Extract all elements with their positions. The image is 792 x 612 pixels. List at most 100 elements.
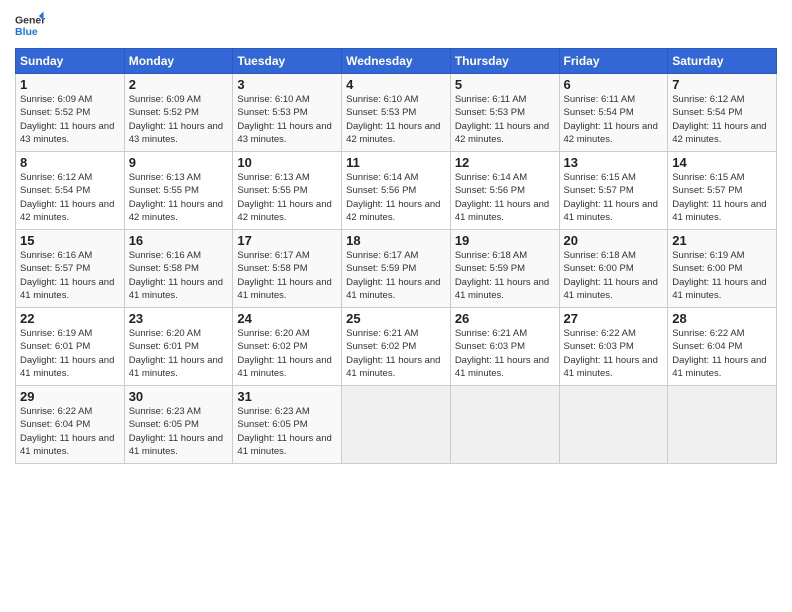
day-number: 13 — [564, 155, 664, 170]
day-detail: Sunrise: 6:09 AM Sunset: 5:52 PM Dayligh… — [129, 93, 229, 146]
calendar-table: SundayMondayTuesdayWednesdayThursdayFrid… — [15, 48, 777, 464]
day-number: 23 — [129, 311, 229, 326]
day-number: 31 — [237, 389, 337, 404]
day-detail: Sunrise: 6:23 AM Sunset: 6:05 PM Dayligh… — [237, 405, 337, 458]
day-detail: Sunrise: 6:22 AM Sunset: 6:04 PM Dayligh… — [672, 327, 772, 380]
calendar-day-cell: 21 Sunrise: 6:19 AM Sunset: 6:00 PM Dayl… — [668, 230, 777, 308]
day-number: 17 — [237, 233, 337, 248]
day-number: 30 — [129, 389, 229, 404]
calendar-day-cell: 18 Sunrise: 6:17 AM Sunset: 5:59 PM Dayl… — [342, 230, 451, 308]
day-detail: Sunrise: 6:22 AM Sunset: 6:03 PM Dayligh… — [564, 327, 664, 380]
day-number: 16 — [129, 233, 229, 248]
svg-text:Blue: Blue — [15, 26, 38, 38]
calendar-day-cell: 8 Sunrise: 6:12 AM Sunset: 5:54 PM Dayli… — [16, 152, 125, 230]
calendar-day-cell: 7 Sunrise: 6:12 AM Sunset: 5:54 PM Dayli… — [668, 74, 777, 152]
calendar-day-cell: 9 Sunrise: 6:13 AM Sunset: 5:55 PM Dayli… — [124, 152, 233, 230]
day-number: 27 — [564, 311, 664, 326]
calendar-day-cell: 6 Sunrise: 6:11 AM Sunset: 5:54 PM Dayli… — [559, 74, 668, 152]
day-detail: Sunrise: 6:21 AM Sunset: 6:03 PM Dayligh… — [455, 327, 555, 380]
day-number: 9 — [129, 155, 229, 170]
weekday-header-row: SundayMondayTuesdayWednesdayThursdayFrid… — [16, 49, 777, 74]
calendar-day-cell: 22 Sunrise: 6:19 AM Sunset: 6:01 PM Dayl… — [16, 308, 125, 386]
calendar-day-cell: 27 Sunrise: 6:22 AM Sunset: 6:03 PM Dayl… — [559, 308, 668, 386]
calendar-day-cell: 10 Sunrise: 6:13 AM Sunset: 5:55 PM Dayl… — [233, 152, 342, 230]
day-number: 26 — [455, 311, 555, 326]
day-detail: Sunrise: 6:21 AM Sunset: 6:02 PM Dayligh… — [346, 327, 446, 380]
calendar-day-cell: 28 Sunrise: 6:22 AM Sunset: 6:04 PM Dayl… — [668, 308, 777, 386]
weekday-header-cell: Monday — [124, 49, 233, 74]
main-container: General Blue SundayMondayTuesdayWednesda… — [0, 0, 792, 474]
day-number: 4 — [346, 77, 446, 92]
day-number: 22 — [20, 311, 120, 326]
day-number: 5 — [455, 77, 555, 92]
day-detail: Sunrise: 6:09 AM Sunset: 5:52 PM Dayligh… — [20, 93, 120, 146]
day-detail: Sunrise: 6:15 AM Sunset: 5:57 PM Dayligh… — [672, 171, 772, 224]
day-number: 8 — [20, 155, 120, 170]
day-detail: Sunrise: 6:17 AM Sunset: 5:58 PM Dayligh… — [237, 249, 337, 302]
day-detail: Sunrise: 6:18 AM Sunset: 6:00 PM Dayligh… — [564, 249, 664, 302]
day-detail: Sunrise: 6:16 AM Sunset: 5:58 PM Dayligh… — [129, 249, 229, 302]
weekday-header-cell: Saturday — [668, 49, 777, 74]
day-detail: Sunrise: 6:14 AM Sunset: 5:56 PM Dayligh… — [346, 171, 446, 224]
calendar-day-cell: 11 Sunrise: 6:14 AM Sunset: 5:56 PM Dayl… — [342, 152, 451, 230]
day-number: 11 — [346, 155, 446, 170]
calendar-week-row: 8 Sunrise: 6:12 AM Sunset: 5:54 PM Dayli… — [16, 152, 777, 230]
day-detail: Sunrise: 6:13 AM Sunset: 5:55 PM Dayligh… — [237, 171, 337, 224]
day-detail: Sunrise: 6:19 AM Sunset: 6:01 PM Dayligh… — [20, 327, 120, 380]
weekday-header-cell: Friday — [559, 49, 668, 74]
day-detail: Sunrise: 6:19 AM Sunset: 6:00 PM Dayligh… — [672, 249, 772, 302]
day-number: 12 — [455, 155, 555, 170]
day-number: 7 — [672, 77, 772, 92]
day-number: 2 — [129, 77, 229, 92]
calendar-day-cell — [559, 386, 668, 464]
day-number: 1 — [20, 77, 120, 92]
calendar-day-cell: 29 Sunrise: 6:22 AM Sunset: 6:04 PM Dayl… — [16, 386, 125, 464]
calendar-week-row: 15 Sunrise: 6:16 AM Sunset: 5:57 PM Dayl… — [16, 230, 777, 308]
calendar-day-cell: 2 Sunrise: 6:09 AM Sunset: 5:52 PM Dayli… — [124, 74, 233, 152]
calendar-day-cell: 5 Sunrise: 6:11 AM Sunset: 5:53 PM Dayli… — [450, 74, 559, 152]
calendar-day-cell: 17 Sunrise: 6:17 AM Sunset: 5:58 PM Dayl… — [233, 230, 342, 308]
day-number: 20 — [564, 233, 664, 248]
day-number: 15 — [20, 233, 120, 248]
calendar-day-cell — [450, 386, 559, 464]
day-detail: Sunrise: 6:17 AM Sunset: 5:59 PM Dayligh… — [346, 249, 446, 302]
calendar-day-cell: 23 Sunrise: 6:20 AM Sunset: 6:01 PM Dayl… — [124, 308, 233, 386]
day-number: 3 — [237, 77, 337, 92]
calendar-week-row: 29 Sunrise: 6:22 AM Sunset: 6:04 PM Dayl… — [16, 386, 777, 464]
calendar-day-cell: 19 Sunrise: 6:18 AM Sunset: 5:59 PM Dayl… — [450, 230, 559, 308]
day-detail: Sunrise: 6:22 AM Sunset: 6:04 PM Dayligh… — [20, 405, 120, 458]
day-number: 14 — [672, 155, 772, 170]
day-detail: Sunrise: 6:12 AM Sunset: 5:54 PM Dayligh… — [672, 93, 772, 146]
day-detail: Sunrise: 6:11 AM Sunset: 5:54 PM Dayligh… — [564, 93, 664, 146]
calendar-day-cell — [342, 386, 451, 464]
calendar-day-cell: 4 Sunrise: 6:10 AM Sunset: 5:53 PM Dayli… — [342, 74, 451, 152]
header: General Blue — [15, 10, 777, 40]
calendar-day-cell: 24 Sunrise: 6:20 AM Sunset: 6:02 PM Dayl… — [233, 308, 342, 386]
day-detail: Sunrise: 6:16 AM Sunset: 5:57 PM Dayligh… — [20, 249, 120, 302]
day-detail: Sunrise: 6:12 AM Sunset: 5:54 PM Dayligh… — [20, 171, 120, 224]
calendar-day-cell: 25 Sunrise: 6:21 AM Sunset: 6:02 PM Dayl… — [342, 308, 451, 386]
day-number: 25 — [346, 311, 446, 326]
calendar-day-cell: 3 Sunrise: 6:10 AM Sunset: 5:53 PM Dayli… — [233, 74, 342, 152]
calendar-day-cell: 30 Sunrise: 6:23 AM Sunset: 6:05 PM Dayl… — [124, 386, 233, 464]
logo: General Blue — [15, 10, 45, 40]
day-number: 19 — [455, 233, 555, 248]
day-detail: Sunrise: 6:14 AM Sunset: 5:56 PM Dayligh… — [455, 171, 555, 224]
calendar-day-cell: 20 Sunrise: 6:18 AM Sunset: 6:00 PM Dayl… — [559, 230, 668, 308]
day-detail: Sunrise: 6:18 AM Sunset: 5:59 PM Dayligh… — [455, 249, 555, 302]
calendar-day-cell: 31 Sunrise: 6:23 AM Sunset: 6:05 PM Dayl… — [233, 386, 342, 464]
calendar-day-cell: 14 Sunrise: 6:15 AM Sunset: 5:57 PM Dayl… — [668, 152, 777, 230]
day-number: 10 — [237, 155, 337, 170]
day-detail: Sunrise: 6:23 AM Sunset: 6:05 PM Dayligh… — [129, 405, 229, 458]
logo-icon: General Blue — [15, 10, 45, 40]
weekday-header-cell: Wednesday — [342, 49, 451, 74]
calendar-day-cell: 26 Sunrise: 6:21 AM Sunset: 6:03 PM Dayl… — [450, 308, 559, 386]
day-number: 24 — [237, 311, 337, 326]
calendar-day-cell: 12 Sunrise: 6:14 AM Sunset: 5:56 PM Dayl… — [450, 152, 559, 230]
day-detail: Sunrise: 6:20 AM Sunset: 6:01 PM Dayligh… — [129, 327, 229, 380]
day-detail: Sunrise: 6:13 AM Sunset: 5:55 PM Dayligh… — [129, 171, 229, 224]
day-number: 28 — [672, 311, 772, 326]
day-number: 6 — [564, 77, 664, 92]
weekday-header-cell: Thursday — [450, 49, 559, 74]
calendar-day-cell — [668, 386, 777, 464]
